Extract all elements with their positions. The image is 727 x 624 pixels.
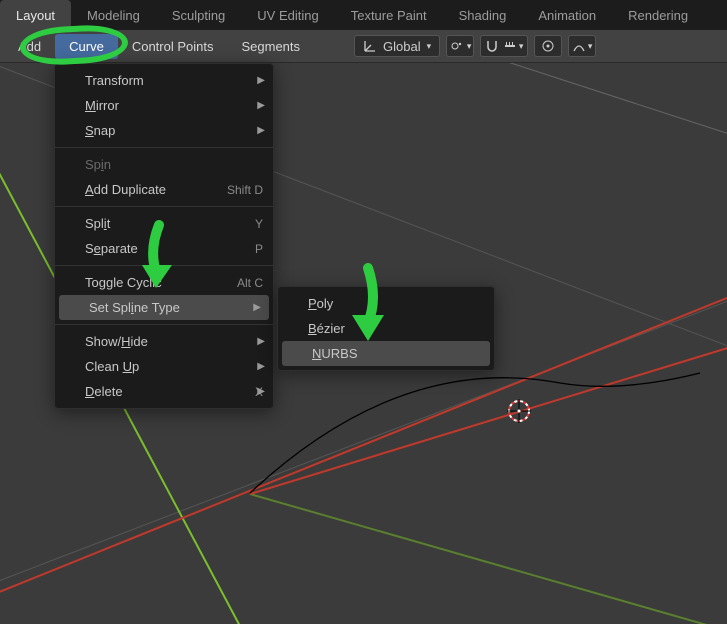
submenu-caret-icon: ▶ xyxy=(257,100,265,111)
submenu-item-poly[interactable]: Poly xyxy=(278,291,494,316)
tab-modeling[interactable]: Modeling xyxy=(71,0,156,30)
menu-item-label: Delete xyxy=(85,384,239,399)
menu-item-label: Snap xyxy=(85,123,263,138)
transform-orientation-label: Global xyxy=(383,39,421,54)
pivot-point-dropdown[interactable]: ▾ xyxy=(446,35,474,57)
tab-sculpting[interactable]: Sculpting xyxy=(156,0,241,30)
menu-item-snap[interactable]: Snap ▶ xyxy=(55,118,273,143)
magnet-icon xyxy=(485,39,499,53)
menu-add[interactable]: Add xyxy=(4,34,55,59)
menu-item-label: Separate xyxy=(85,241,239,256)
submenu-item-bezier[interactable]: Bézier xyxy=(278,316,494,341)
tab-shading[interactable]: Shading xyxy=(443,0,523,30)
menu-item-show-hide[interactable]: Show/Hide ▶ xyxy=(55,329,273,354)
menu-item-label: Poly xyxy=(308,296,484,311)
menu-item-mirror[interactable]: Mirror ▶ xyxy=(55,93,273,118)
submenu-caret-icon: ▶ xyxy=(257,386,265,397)
menu-item-shortcut: Alt C xyxy=(237,276,263,290)
menu-item-transform[interactable]: Transform ▶ xyxy=(55,68,273,93)
snap-increment-icon xyxy=(503,39,517,53)
chevron-down-icon: ▾ xyxy=(588,41,593,52)
menu-segments[interactable]: Segments xyxy=(227,34,314,59)
submenu-caret-icon: ▶ xyxy=(253,302,261,313)
tab-rendering[interactable]: Rendering xyxy=(612,0,704,30)
proportional-editing-toggle[interactable] xyxy=(534,35,562,57)
menu-item-spin: Spin xyxy=(55,152,273,177)
menu-control-points[interactable]: Control Points xyxy=(118,34,228,59)
menu-item-set-spline-type[interactable]: Set Spline Type ▶ xyxy=(59,295,269,320)
menu-item-shortcut: P xyxy=(255,242,263,256)
menu-separator xyxy=(55,265,273,266)
proportional-icon xyxy=(541,39,555,53)
editor-menu-bar: Add Curve Control Points Segments Global… xyxy=(0,30,727,63)
submenu-item-nurbs[interactable]: NURBS xyxy=(282,341,490,366)
snap-toggle[interactable]: ▾ xyxy=(480,35,528,57)
menu-item-separate[interactable]: Separate P xyxy=(55,236,273,261)
tab-animation[interactable]: Animation xyxy=(522,0,612,30)
menu-item-shortcut: Shift D xyxy=(227,183,263,197)
menu-item-add-duplicate[interactable]: Add Duplicate Shift D xyxy=(55,177,273,202)
menu-item-delete[interactable]: Delete X ▶ xyxy=(55,379,273,404)
menu-item-label: Spin xyxy=(85,157,263,172)
menu-item-split[interactable]: Split Y xyxy=(55,211,273,236)
submenu-caret-icon: ▶ xyxy=(257,361,265,372)
workspace-tab-bar: Layout Modeling Sculpting UV Editing Tex… xyxy=(0,0,727,30)
axis-line-y xyxy=(250,493,727,624)
3d-cursor xyxy=(505,397,533,425)
tab-layout[interactable]: Layout xyxy=(0,0,71,30)
tab-uv-editing[interactable]: UV Editing xyxy=(241,0,334,30)
menu-curve[interactable]: Curve xyxy=(55,34,118,59)
menu-item-label: Show/Hide xyxy=(85,334,263,349)
menu-item-label: Mirror xyxy=(85,98,263,113)
curve-menu: Transform ▶ Mirror ▶ Snap ▶ Spin Add Dup… xyxy=(54,63,274,409)
menu-item-label: NURBS xyxy=(312,346,480,361)
menu-item-clean-up[interactable]: Clean Up ▶ xyxy=(55,354,273,379)
menu-item-shortcut: Y xyxy=(255,217,263,231)
menu-item-toggle-cyclic[interactable]: Toggle Cyclic Alt C xyxy=(55,270,273,295)
chevron-down-icon: ▾ xyxy=(519,41,524,52)
menu-item-label: Transform xyxy=(85,73,263,88)
menu-separator xyxy=(55,147,273,148)
grid-line xyxy=(420,63,727,219)
submenu-caret-icon: ▶ xyxy=(257,125,265,136)
proportional-falloff-dropdown[interactable]: ▾ xyxy=(568,35,596,57)
tab-texture-paint[interactable]: Texture Paint xyxy=(335,0,443,30)
set-spline-type-submenu: Poly Bézier NURBS xyxy=(277,286,495,371)
menu-item-label: Bézier xyxy=(308,321,484,336)
transform-orientation-dropdown[interactable]: Global ▾ xyxy=(354,35,440,57)
menu-item-label: Toggle Cyclic xyxy=(85,275,221,290)
falloff-curve-icon xyxy=(572,39,586,53)
menu-item-label: Set Spline Type xyxy=(89,300,259,315)
orientation-icon xyxy=(363,39,377,53)
pivot-icon xyxy=(449,38,465,54)
menu-item-label: Add Duplicate xyxy=(85,182,211,197)
menu-separator xyxy=(55,206,273,207)
submenu-caret-icon: ▶ xyxy=(257,75,265,86)
chevron-down-icon: ▾ xyxy=(467,41,472,52)
chevron-down-icon: ▾ xyxy=(427,41,432,52)
menu-item-label: Split xyxy=(85,216,239,231)
menu-separator xyxy=(55,324,273,325)
menu-item-label: Clean Up xyxy=(85,359,263,374)
submenu-caret-icon: ▶ xyxy=(257,336,265,347)
